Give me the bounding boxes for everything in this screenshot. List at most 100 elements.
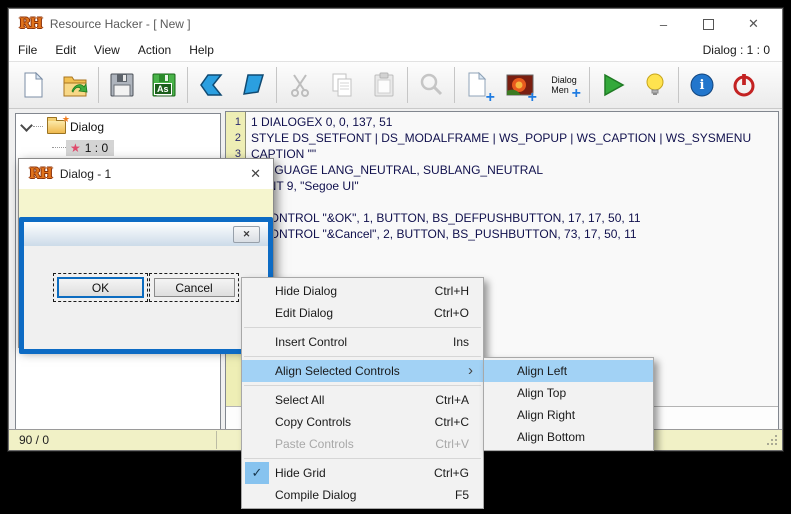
save-as-label: As <box>154 83 172 95</box>
menu-item-label: Compile Dialog <box>275 488 356 502</box>
blue-flag-icon <box>240 72 266 98</box>
menu-separator <box>244 327 481 328</box>
plus-icon: + <box>486 93 495 103</box>
designed-dialog-preview[interactable]: ✕ OK Cancel <box>19 217 273 354</box>
jump-back-button[interactable] <box>190 65 232 105</box>
menu-help[interactable]: Help <box>180 40 223 60</box>
menu-item-edit-dialog[interactable]: Edit Dialog Ctrl+O <box>242 302 483 324</box>
menu-item-copy-controls[interactable]: Copy Controls Ctrl+C <box>242 411 483 433</box>
menu-item-label: Hide Grid <box>275 466 326 480</box>
dialog-editor-title: Dialog - 1 <box>60 167 111 181</box>
menu-item-label: Paste Controls <box>275 437 354 451</box>
open-folder-icon <box>62 72 88 98</box>
menu-item-shortcut: Ctrl+H <box>435 284 469 298</box>
tree-connector <box>52 147 66 148</box>
folder-star-icon: ★ <box>62 114 70 125</box>
paste-button[interactable] <box>363 65 405 105</box>
resize-grip[interactable] <box>767 435 779 447</box>
dialog-context-menu: Hide Dialog Ctrl+H Edit Dialog Ctrl+O In… <box>241 277 484 509</box>
app-logo-icon: RH <box>29 166 52 182</box>
power-icon <box>731 72 757 98</box>
window-title: Resource Hacker - [ New ] <box>50 17 191 31</box>
menu-item-shortcut: Ctrl+O <box>434 306 469 320</box>
tree-node-dialog[interactable]: ★ Dialog <box>16 118 220 135</box>
scissors-icon <box>287 72 313 98</box>
menu-item-hide-dialog[interactable]: Hide Dialog Ctrl+H <box>242 280 483 302</box>
jump-forward-button[interactable] <box>232 65 274 105</box>
submenu-item-align-bottom[interactable]: Align Bottom <box>484 426 653 448</box>
code-line: 9} <box>226 242 778 258</box>
lightbulb-icon <box>643 72 667 98</box>
chevron-down-icon <box>20 119 33 132</box>
copy-button[interactable] <box>321 65 363 105</box>
tree-node-dialog-1-0[interactable]: ★ 1 : 0 <box>16 139 220 156</box>
new-file-button[interactable] <box>12 65 54 105</box>
magnifier-icon <box>418 72 444 98</box>
resource-status-label: Dialog : 1 : 0 <box>703 43 770 57</box>
code-line: 5FONT 9, "Segoe UI" <box>226 178 778 194</box>
folder-icon: ★ <box>47 120 66 134</box>
menu-item-shortcut: F5 <box>455 488 469 502</box>
menu-item-label: Insert Control <box>275 335 347 349</box>
ok-button[interactable]: OK <box>57 277 144 298</box>
add-image-resource-button[interactable]: + <box>499 65 541 105</box>
find-button[interactable] <box>410 65 452 105</box>
save-as-button[interactable]: As <box>143 65 185 105</box>
add-resource-button[interactable]: + <box>457 65 499 105</box>
tree-connector <box>33 126 43 127</box>
preview-close-button[interactable]: ✕ <box>233 226 260 243</box>
toolbar: As <box>9 61 782 109</box>
title-bar[interactable]: RH Resource Hacker - [ New ] – ✕ <box>9 9 782 39</box>
dialog-menu-button[interactable]: Dialog Men + <box>541 65 587 105</box>
submenu-item-align-left[interactable]: Align Left <box>484 360 653 382</box>
status-divider <box>216 431 217 449</box>
app-logo-icon: RH <box>19 16 42 32</box>
menu-file[interactable]: File <box>9 40 46 60</box>
dialog-editor-window: RH Dialog - 1 ✕ ✕ OK Cancel <box>18 158 274 348</box>
menu-item-select-all[interactable]: Select All Ctrl+A <box>242 389 483 411</box>
menu-edit[interactable]: Edit <box>46 40 85 60</box>
dialog-editor-title-bar[interactable]: RH Dialog - 1 ✕ <box>19 159 273 189</box>
hints-button[interactable] <box>634 65 676 105</box>
save-icon <box>109 72 135 98</box>
screen: RH Resource Hacker - [ New ] – ✕ File Ed… <box>0 0 791 514</box>
menu-item-align-selected-controls[interactable]: Align Selected Controls › <box>242 360 483 382</box>
close-icon[interactable]: ✕ <box>250 166 261 182</box>
new-file-icon <box>21 72 45 98</box>
menu-item-shortcut: Ctrl+V <box>435 437 469 451</box>
checkmark-icon: ✓ <box>245 462 269 484</box>
minimize-button[interactable]: – <box>641 9 686 39</box>
cut-button[interactable] <box>279 65 321 105</box>
selected-tree-row[interactable]: ★ 1 : 0 <box>66 140 114 156</box>
maximize-button[interactable] <box>686 9 731 39</box>
about-button[interactable]: i <box>681 65 723 105</box>
menu-item-compile-dialog[interactable]: Compile Dialog F5 <box>242 484 483 506</box>
menu-item-hide-grid[interactable]: ✓ Hide Grid Ctrl+G <box>242 462 483 484</box>
plus-icon: + <box>572 89 581 99</box>
menu-item-shortcut: Ctrl+A <box>435 393 469 407</box>
menu-item-label: Align Selected Controls <box>275 364 400 378</box>
close-button[interactable]: ✕ <box>731 9 776 39</box>
exit-button[interactable] <box>723 65 765 105</box>
code-line: 11 DIALOGEX 0, 0, 137, 51 <box>226 114 778 130</box>
open-file-button[interactable] <box>54 65 96 105</box>
cancel-selection-marquee: Cancel <box>149 273 239 302</box>
menu-action[interactable]: Action <box>129 40 180 60</box>
save-button[interactable] <box>101 65 143 105</box>
submenu-item-align-top[interactable]: Align Top <box>484 382 653 404</box>
menu-item-paste-controls: Paste Controls Ctrl+V <box>242 433 483 455</box>
code-line: 4LANGUAGE LANG_NEUTRAL, SUBLANG_NEUTRAL <box>226 162 778 178</box>
cancel-button[interactable]: Cancel <box>154 278 235 297</box>
preview-caption-bar <box>24 222 268 246</box>
submenu-item-align-right[interactable]: Align Right <box>484 404 653 426</box>
run-button[interactable] <box>592 65 634 105</box>
resource-star-icon: ★ <box>70 141 81 155</box>
copy-icon <box>329 72 355 98</box>
menu-separator <box>244 356 481 357</box>
maximize-icon <box>703 19 714 30</box>
menu-item-insert-control[interactable]: Insert Control Ins <box>242 331 483 353</box>
toolbar-separator <box>276 67 277 103</box>
menu-view[interactable]: View <box>85 40 129 60</box>
menu-item-shortcut: Ins <box>453 335 469 349</box>
menu-item-label: Align Right <box>517 408 575 422</box>
